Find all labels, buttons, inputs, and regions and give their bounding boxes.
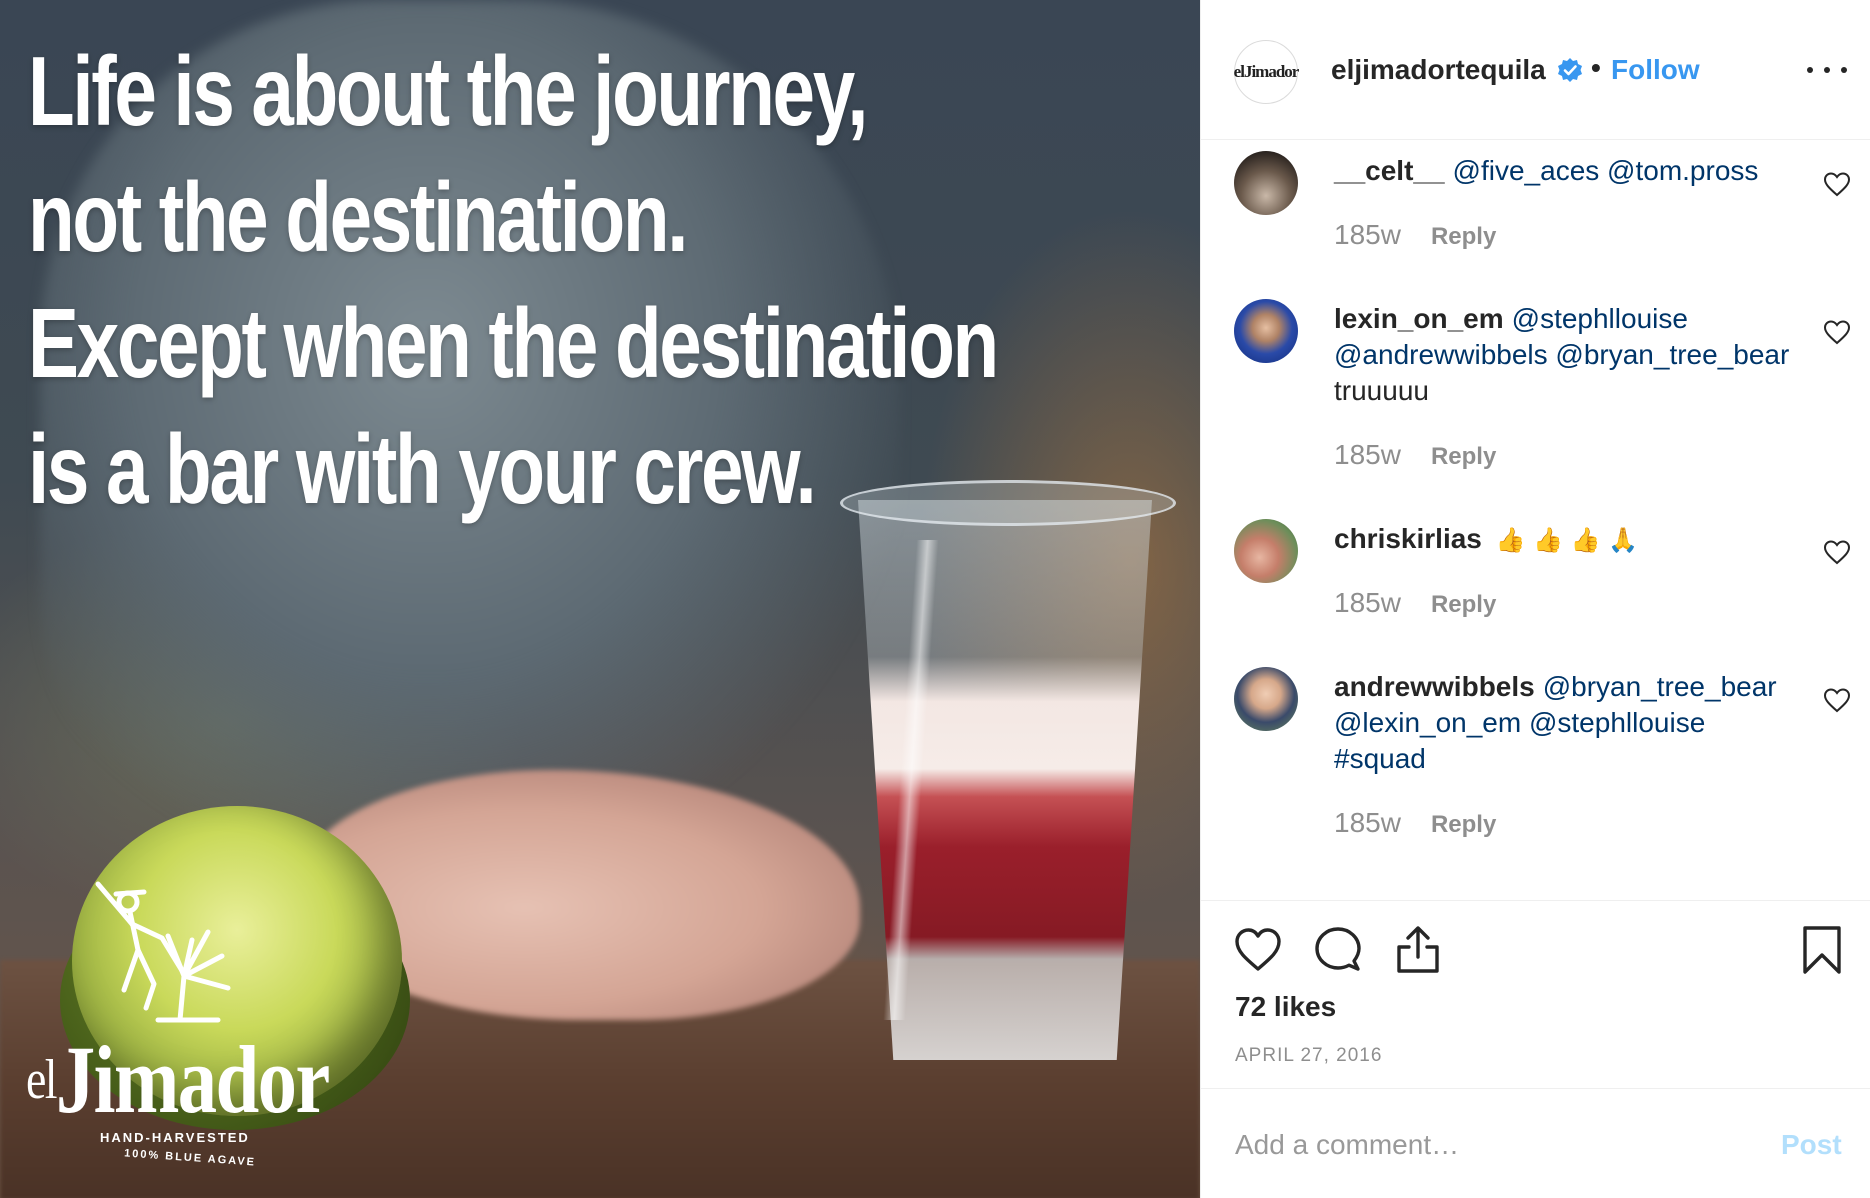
like-comment-heart-icon[interactable]	[1823, 171, 1851, 197]
brand-name: Jimador	[55, 1026, 330, 1133]
comment-text: andrewwibbels @bryan_tree_bear @lexin_on_…	[1334, 669, 1794, 777]
comment-meta: 185w Reply	[1334, 587, 1496, 619]
instagram-post: Life is about the journey, not the desti…	[0, 0, 1870, 1198]
post-sidebar: elJimador eljimadortequila • Follow __ce…	[1200, 0, 1870, 1198]
post-header: elJimador eljimadortequila • Follow	[1201, 0, 1870, 140]
el-jimador-logo: elJimador HAND-HARVESTED 100% BLUE AGAVE	[26, 880, 330, 1180]
header-separator: •	[1591, 52, 1601, 83]
like-comment-heart-icon[interactable]	[1823, 687, 1851, 713]
comment-time[interactable]: 185w	[1334, 219, 1401, 250]
follow-button[interactable]: Follow	[1611, 54, 1700, 86]
commenter-avatar[interactable]	[1234, 151, 1298, 215]
comment-meta: 185w Reply	[1334, 807, 1496, 839]
post-comment-button[interactable]: Post	[1781, 1129, 1842, 1161]
comment-time[interactable]: 185w	[1334, 587, 1401, 618]
jimador-figure-icon	[95, 881, 231, 1023]
quote-text: Life is about the journey, not the desti…	[28, 28, 999, 532]
brand-prefix: el	[26, 1049, 58, 1111]
shot-glass	[840, 480, 1176, 1080]
commenter-avatar[interactable]	[1234, 299, 1298, 363]
reply-button[interactable]: Reply	[1431, 591, 1496, 618]
likes-count[interactable]: 72 likes	[1235, 991, 1336, 1023]
heart-icon[interactable]	[1233, 925, 1283, 975]
brand-wordmark: elJimador	[26, 1030, 330, 1130]
comment-meta: 185w Reply	[1334, 439, 1496, 471]
post-actions: 72 likes APRIL 27, 2016	[1201, 900, 1870, 1090]
more-options-icon[interactable]	[1807, 56, 1847, 84]
comment-text: chriskirlias 👍 👍 👍 🙏	[1334, 521, 1794, 558]
reply-button[interactable]: Reply	[1431, 443, 1496, 470]
comment-input[interactable]	[1235, 1125, 1755, 1165]
like-comment-heart-icon[interactable]	[1823, 539, 1851, 565]
comment-username[interactable]: lexin_on_em	[1334, 303, 1504, 334]
brand-subtagline: 100% BLUE AGAVE	[123, 1147, 257, 1169]
comments-list[interactable]: __celt__ @five_aces @tom.pross 185w Reply …	[1201, 141, 1870, 899]
add-comment-bar: Post	[1201, 1088, 1870, 1198]
comment-username[interactable]: andrewwibbels	[1334, 671, 1535, 702]
quote-line: Except when the destination	[28, 288, 999, 398]
account-username[interactable]: eljimadortequila	[1331, 54, 1546, 86]
comment-mentions[interactable]: @five_aces @tom.pross	[1453, 155, 1759, 186]
reply-button[interactable]: Reply	[1431, 811, 1496, 838]
verified-badge-icon	[1558, 58, 1582, 82]
comment-meta: 185w Reply	[1334, 219, 1496, 251]
commenter-avatar[interactable]	[1234, 667, 1298, 731]
comment-text: lexin_on_em @stephllouise @andrewwibbels …	[1334, 301, 1794, 409]
comment-time[interactable]: 185w	[1334, 807, 1401, 838]
share-icon[interactable]	[1393, 925, 1443, 975]
commenter-avatar[interactable]	[1234, 519, 1298, 583]
quote-line: not the destination.	[28, 162, 688, 272]
quote-line: is a bar with your crew.	[28, 414, 817, 524]
comment-username[interactable]: __celt__	[1334, 155, 1445, 186]
like-comment-heart-icon[interactable]	[1823, 319, 1851, 345]
post-image[interactable]: Life is about the journey, not the desti…	[0, 0, 1200, 1198]
quote-line: Life is about the journey,	[28, 36, 868, 146]
comment-emoji: 👍 👍 👍 🙏	[1495, 526, 1639, 554]
comment-icon[interactable]	[1313, 925, 1363, 975]
reply-button[interactable]: Reply	[1431, 223, 1496, 250]
comment-time[interactable]: 185w	[1334, 439, 1401, 470]
account-avatar[interactable]: elJimador	[1234, 40, 1299, 104]
bookmark-icon[interactable]	[1797, 925, 1847, 975]
comment-body: truuuuu	[1334, 375, 1429, 406]
comment-username[interactable]: chriskirlias	[1334, 523, 1482, 554]
brand-tagline: HAND-HARVESTED	[100, 1130, 250, 1145]
post-date[interactable]: APRIL 27, 2016	[1235, 1045, 1382, 1067]
glass-rim	[840, 480, 1176, 526]
comment-text: __celt__ @five_aces @tom.pross	[1334, 153, 1794, 189]
